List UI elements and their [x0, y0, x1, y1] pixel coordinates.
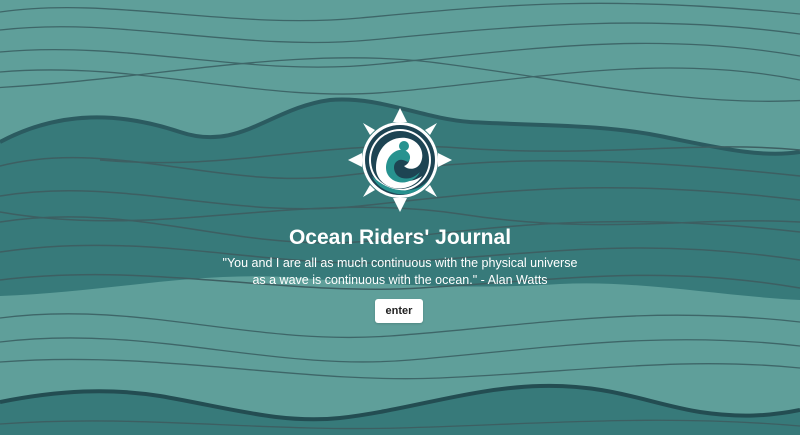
quote-text: "You and I are all as much continuous wi…	[222, 256, 578, 287]
hero-content: Ocean Riders' Journal "You and I are all…	[0, 0, 800, 435]
splash-screen: Ocean Riders' Journal "You and I are all…	[0, 0, 800, 435]
compass-wave-icon	[348, 108, 452, 212]
page-title: Ocean Riders' Journal	[288, 226, 512, 249]
enter-button[interactable]: enter	[375, 299, 423, 323]
